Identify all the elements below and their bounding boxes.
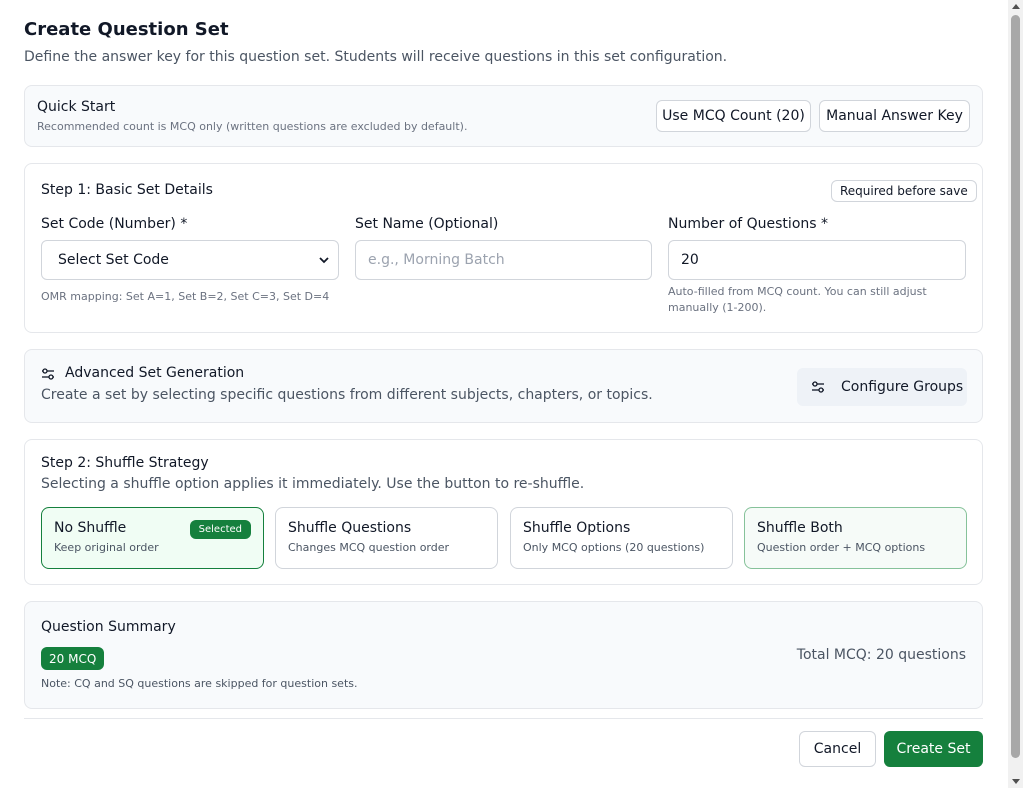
option-title: Shuffle Both <box>757 520 843 536</box>
num-questions-label: Number of Questions * <box>668 216 828 232</box>
shuffle-option-both[interactable]: Shuffle Both Question order + MCQ option… <box>744 507 967 569</box>
manual-answer-key-button[interactable]: Manual Answer Key <box>819 100 970 132</box>
num-questions-input[interactable]: 20 <box>668 240 966 280</box>
scroll-down-arrow-icon[interactable] <box>1012 779 1020 784</box>
quick-start-title: Quick Start <box>37 99 116 115</box>
use-mcq-count-button[interactable]: Use MCQ Count (20) <box>656 100 811 132</box>
sliders-icon <box>812 381 824 393</box>
option-title: Shuffle Questions <box>288 520 412 536</box>
footer-divider <box>24 718 983 719</box>
dialog-title: Create Question Set <box>24 19 229 40</box>
advanced-description: Create a set by selecting specific quest… <box>41 387 653 403</box>
sliders-icon <box>42 368 54 380</box>
num-questions-hint: Auto-filled from MCQ count. You can stil… <box>668 285 927 314</box>
basic-set-details-card: Step 1: Basic Set Details Required befor… <box>24 163 983 333</box>
option-title: Shuffle Options <box>523 520 631 536</box>
shuffle-strategy-card: Step 2: Shuffle Strategy Selecting a shu… <box>24 439 983 585</box>
advanced-set-generation-card: Advanced Set Generation Create a set by … <box>24 349 983 423</box>
chevron-down-icon <box>319 257 329 264</box>
selected-badge: Selected <box>189 520 251 539</box>
summary-total: Total MCQ: 20 questions <box>796 647 966 663</box>
shuffle-option-questions[interactable]: Shuffle Questions Changes MCQ question o… <box>275 507 498 569</box>
num-questions-value: 20 <box>681 252 699 268</box>
option-title: No Shuffle <box>54 520 127 536</box>
set-name-placeholder: e.g., Morning Batch <box>368 252 505 268</box>
step2-title: Step 2: Shuffle Strategy <box>41 455 209 471</box>
quick-start-card: Quick Start Recommended count is MCQ onl… <box>24 85 983 147</box>
set-name-label: Set Name (Optional) <box>355 216 499 232</box>
summary-title: Question Summary <box>41 619 176 635</box>
summary-note: Note: CQ and SQ questions are skipped fo… <box>41 677 358 690</box>
configure-groups-label: Configure Groups <box>841 379 964 395</box>
set-code-select[interactable]: Select Set Code <box>41 240 339 280</box>
vertical-scrollbar[interactable] <box>1008 0 1023 788</box>
option-subtitle: Question order + MCQ options <box>757 541 926 554</box>
set-code-hint: OMR mapping: Set A=1, Set B=2, Set C=3, … <box>41 290 330 303</box>
scrollbar-thumb[interactable] <box>1011 15 1020 758</box>
set-code-value: Select Set Code <box>58 252 169 268</box>
set-code-label: Set Code (Number) * <box>41 216 188 232</box>
shuffle-option-options[interactable]: Shuffle Options Only MCQ options (20 que… <box>510 507 733 569</box>
option-subtitle: Changes MCQ question order <box>288 541 450 554</box>
cancel-button[interactable]: Cancel <box>799 731 876 767</box>
advanced-title: Advanced Set Generation <box>65 365 245 381</box>
step1-title: Step 1: Basic Set Details <box>41 182 213 198</box>
required-badge: Required before save <box>831 180 977 202</box>
scroll-up-arrow-icon[interactable] <box>1012 4 1020 9</box>
mcq-count-badge: 20 MCQ <box>41 647 105 670</box>
create-question-set-dialog: Create Question Set Define the answer ke… <box>0 0 1008 788</box>
quick-start-note: Recommended count is MCQ only (written q… <box>37 120 468 133</box>
option-subtitle: Only MCQ options (20 questions) <box>523 541 705 554</box>
shuffle-option-no-shuffle[interactable]: No Shuffle Keep original order Selected <box>41 507 264 569</box>
configure-groups-button[interactable]: Configure Groups <box>797 368 967 406</box>
option-subtitle: Keep original order <box>54 541 159 554</box>
create-set-button[interactable]: Create Set <box>884 731 983 767</box>
dialog-subtitle: Define the answer key for this question … <box>24 49 728 65</box>
step2-description: Selecting a shuffle option applies it im… <box>41 476 585 492</box>
question-summary-card: Question Summary 20 MCQ Total MCQ: 20 qu… <box>24 601 983 709</box>
set-name-input[interactable]: e.g., Morning Batch <box>355 240 652 280</box>
